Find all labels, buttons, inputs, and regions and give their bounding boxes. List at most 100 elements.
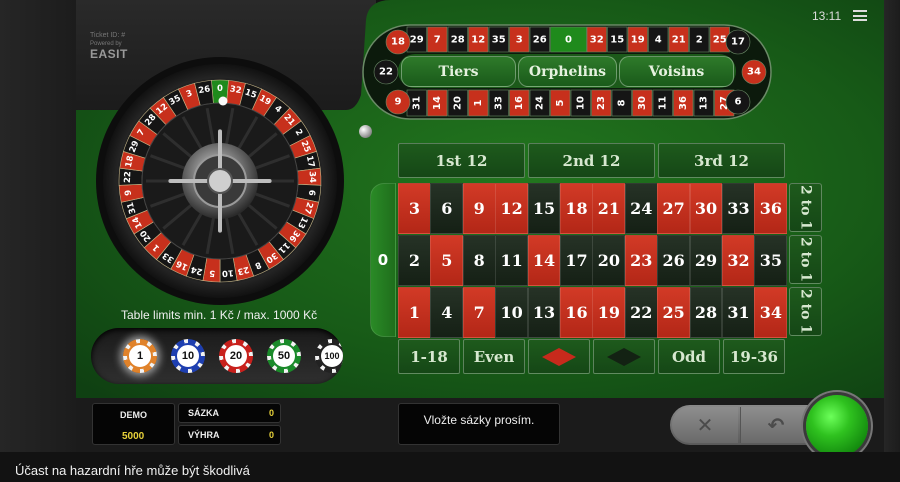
number-cell-7[interactable]: 7 xyxy=(462,287,496,338)
demo-label: DEMO xyxy=(120,410,147,420)
message-text: Vložte sázky prosím. xyxy=(423,413,535,427)
wheel-center-cap xyxy=(207,168,233,194)
number-cell-11[interactable]: 11 xyxy=(495,235,529,286)
number-cell-14[interactable]: 14 xyxy=(527,235,561,286)
bet-odd[interactable]: Odd xyxy=(658,339,720,374)
undo-button[interactable]: ↶ xyxy=(740,407,811,443)
number-cell-9[interactable]: 9 xyxy=(462,183,496,234)
roulette-wheel: 0 32 15 19421225173462713361130823105241633… xyxy=(96,57,344,305)
wheel-number-26: 26 xyxy=(198,84,211,96)
number-cell-35[interactable]: 35 xyxy=(754,235,788,286)
gambling-warning: Účast na hazardní hře může být škodlivá xyxy=(15,463,250,478)
number-cell-25[interactable]: 25 xyxy=(657,287,691,338)
bet-even[interactable]: Even xyxy=(463,339,525,374)
race-number-30: 30 xyxy=(637,96,648,110)
race-number-3: 3 xyxy=(516,35,523,46)
zero-cell[interactable]: 0 xyxy=(370,183,396,337)
number-cell-34[interactable]: 34 xyxy=(754,287,788,338)
number-cell-12[interactable]: 12 xyxy=(495,183,529,234)
race-number-26: 26 xyxy=(533,35,547,46)
race-number-24: 24 xyxy=(534,96,545,110)
black-diamond-icon xyxy=(607,347,641,366)
chip-10[interactable]: 10 xyxy=(171,339,205,373)
wheel-number-34: 34 xyxy=(307,171,317,183)
section-orphelins[interactable]: Orphelins xyxy=(518,56,617,87)
number-cell-8[interactable]: 8 xyxy=(462,235,496,286)
dozen-1[interactable]: 1st 12 xyxy=(398,143,525,178)
right-sidebar xyxy=(884,0,900,452)
number-cell-29[interactable]: 29 xyxy=(689,235,723,286)
chip-20[interactable]: 20 xyxy=(219,339,253,373)
race-number-20: 20 xyxy=(452,96,463,110)
chip-tray: 1 10 20 50 100 xyxy=(91,328,343,384)
number-cell-18[interactable]: 18 xyxy=(560,183,593,234)
race-number-15: 15 xyxy=(610,35,624,46)
race-number-25: 25 xyxy=(713,35,727,46)
wheel-number-22: 22 xyxy=(123,171,133,183)
chip-value: 20 xyxy=(223,343,249,369)
demo-box: DEMO 5000 xyxy=(92,403,175,445)
number-cell-23[interactable]: 23 xyxy=(624,235,658,286)
number-cell-16[interactable]: 16 xyxy=(560,287,593,338)
chip-1[interactable]: 1 xyxy=(123,339,157,373)
spin-button[interactable] xyxy=(806,395,868,457)
menu-icon[interactable] xyxy=(853,10,867,21)
wheel-number-10: 10 xyxy=(221,267,234,278)
number-cell-15[interactable]: 15 xyxy=(527,183,561,234)
wheel-number-32: 32 xyxy=(229,84,242,96)
column-bet-bottom[interactable]: 2 to 1 xyxy=(789,287,822,336)
number-cell-33[interactable]: 33 xyxy=(722,183,755,234)
number-cell-32[interactable]: 32 xyxy=(722,235,755,286)
close-icon: ✕ xyxy=(696,413,714,437)
wheel-number-5: 5 xyxy=(209,267,216,277)
number-cell-30[interactable]: 30 xyxy=(689,183,723,234)
race-number-29: 29 xyxy=(410,35,424,46)
bet-1-18[interactable]: 1-18 xyxy=(398,339,460,374)
dozen-2[interactable]: 2nd 12 xyxy=(528,143,655,178)
number-cell-17[interactable]: 17 xyxy=(560,235,593,286)
column-bet-top[interactable]: 2 to 1 xyxy=(789,183,822,232)
race-number-7: 7 xyxy=(434,35,441,46)
number-cell-22[interactable]: 22 xyxy=(624,287,658,338)
chip-50[interactable]: 50 xyxy=(267,339,301,373)
message-box: Vložte sázky prosím. xyxy=(398,403,560,445)
number-cell-3[interactable]: 3 xyxy=(398,183,431,234)
clear-bets-button[interactable]: ✕ xyxy=(672,407,738,443)
number-cell-24[interactable]: 24 xyxy=(624,183,658,234)
dozen-3[interactable]: 3rd 12 xyxy=(658,143,785,178)
race-number-9: 9 xyxy=(395,97,402,108)
number-cell-20[interactable]: 20 xyxy=(592,235,626,286)
left-sidebar xyxy=(0,0,76,452)
number-cell-21[interactable]: 21 xyxy=(592,183,626,234)
red-diamond-icon xyxy=(542,347,576,366)
number-cell-5[interactable]: 5 xyxy=(430,235,464,286)
number-cell-4[interactable]: 4 xyxy=(430,287,464,338)
number-cell-26[interactable]: 26 xyxy=(657,235,691,286)
number-cell-27[interactable]: 27 xyxy=(657,183,691,234)
chip-100[interactable]: 100 xyxy=(315,339,343,373)
section-voisins[interactable]: Voisins xyxy=(619,56,734,87)
race-number-18: 18 xyxy=(391,37,405,48)
chip-value: 100 xyxy=(319,343,343,369)
win-label: VÝHRA xyxy=(188,430,220,440)
number-cell-6[interactable]: 6 xyxy=(430,183,464,234)
number-cell-1[interactable]: 1 xyxy=(398,287,431,338)
race-number-33: 33 xyxy=(493,96,504,110)
race-number-10: 10 xyxy=(575,96,586,110)
number-cell-19[interactable]: 19 xyxy=(592,287,626,338)
number-cell-28[interactable]: 28 xyxy=(689,287,723,338)
race-number-8: 8 xyxy=(616,99,627,106)
wheel-ball xyxy=(218,96,228,106)
number-cell-31[interactable]: 31 xyxy=(722,287,755,338)
bet-red[interactable] xyxy=(528,339,590,374)
bet-black[interactable] xyxy=(593,339,655,374)
bet-19-36[interactable]: 19-36 xyxy=(723,339,785,374)
section-tiers[interactable]: Tiers xyxy=(401,56,516,87)
number-cell-2[interactable]: 2 xyxy=(398,235,431,286)
number-cell-36[interactable]: 36 xyxy=(754,183,788,234)
win-box: VÝHRA 0 xyxy=(178,425,281,445)
column-bet-middle[interactable]: 2 to 1 xyxy=(789,235,822,284)
number-cell-13[interactable]: 13 xyxy=(527,287,561,338)
number-cell-10[interactable]: 10 xyxy=(495,287,529,338)
game-screen: 13:11 Ticket ID: # Powered by EASIT 0 32 1… xyxy=(0,0,900,482)
